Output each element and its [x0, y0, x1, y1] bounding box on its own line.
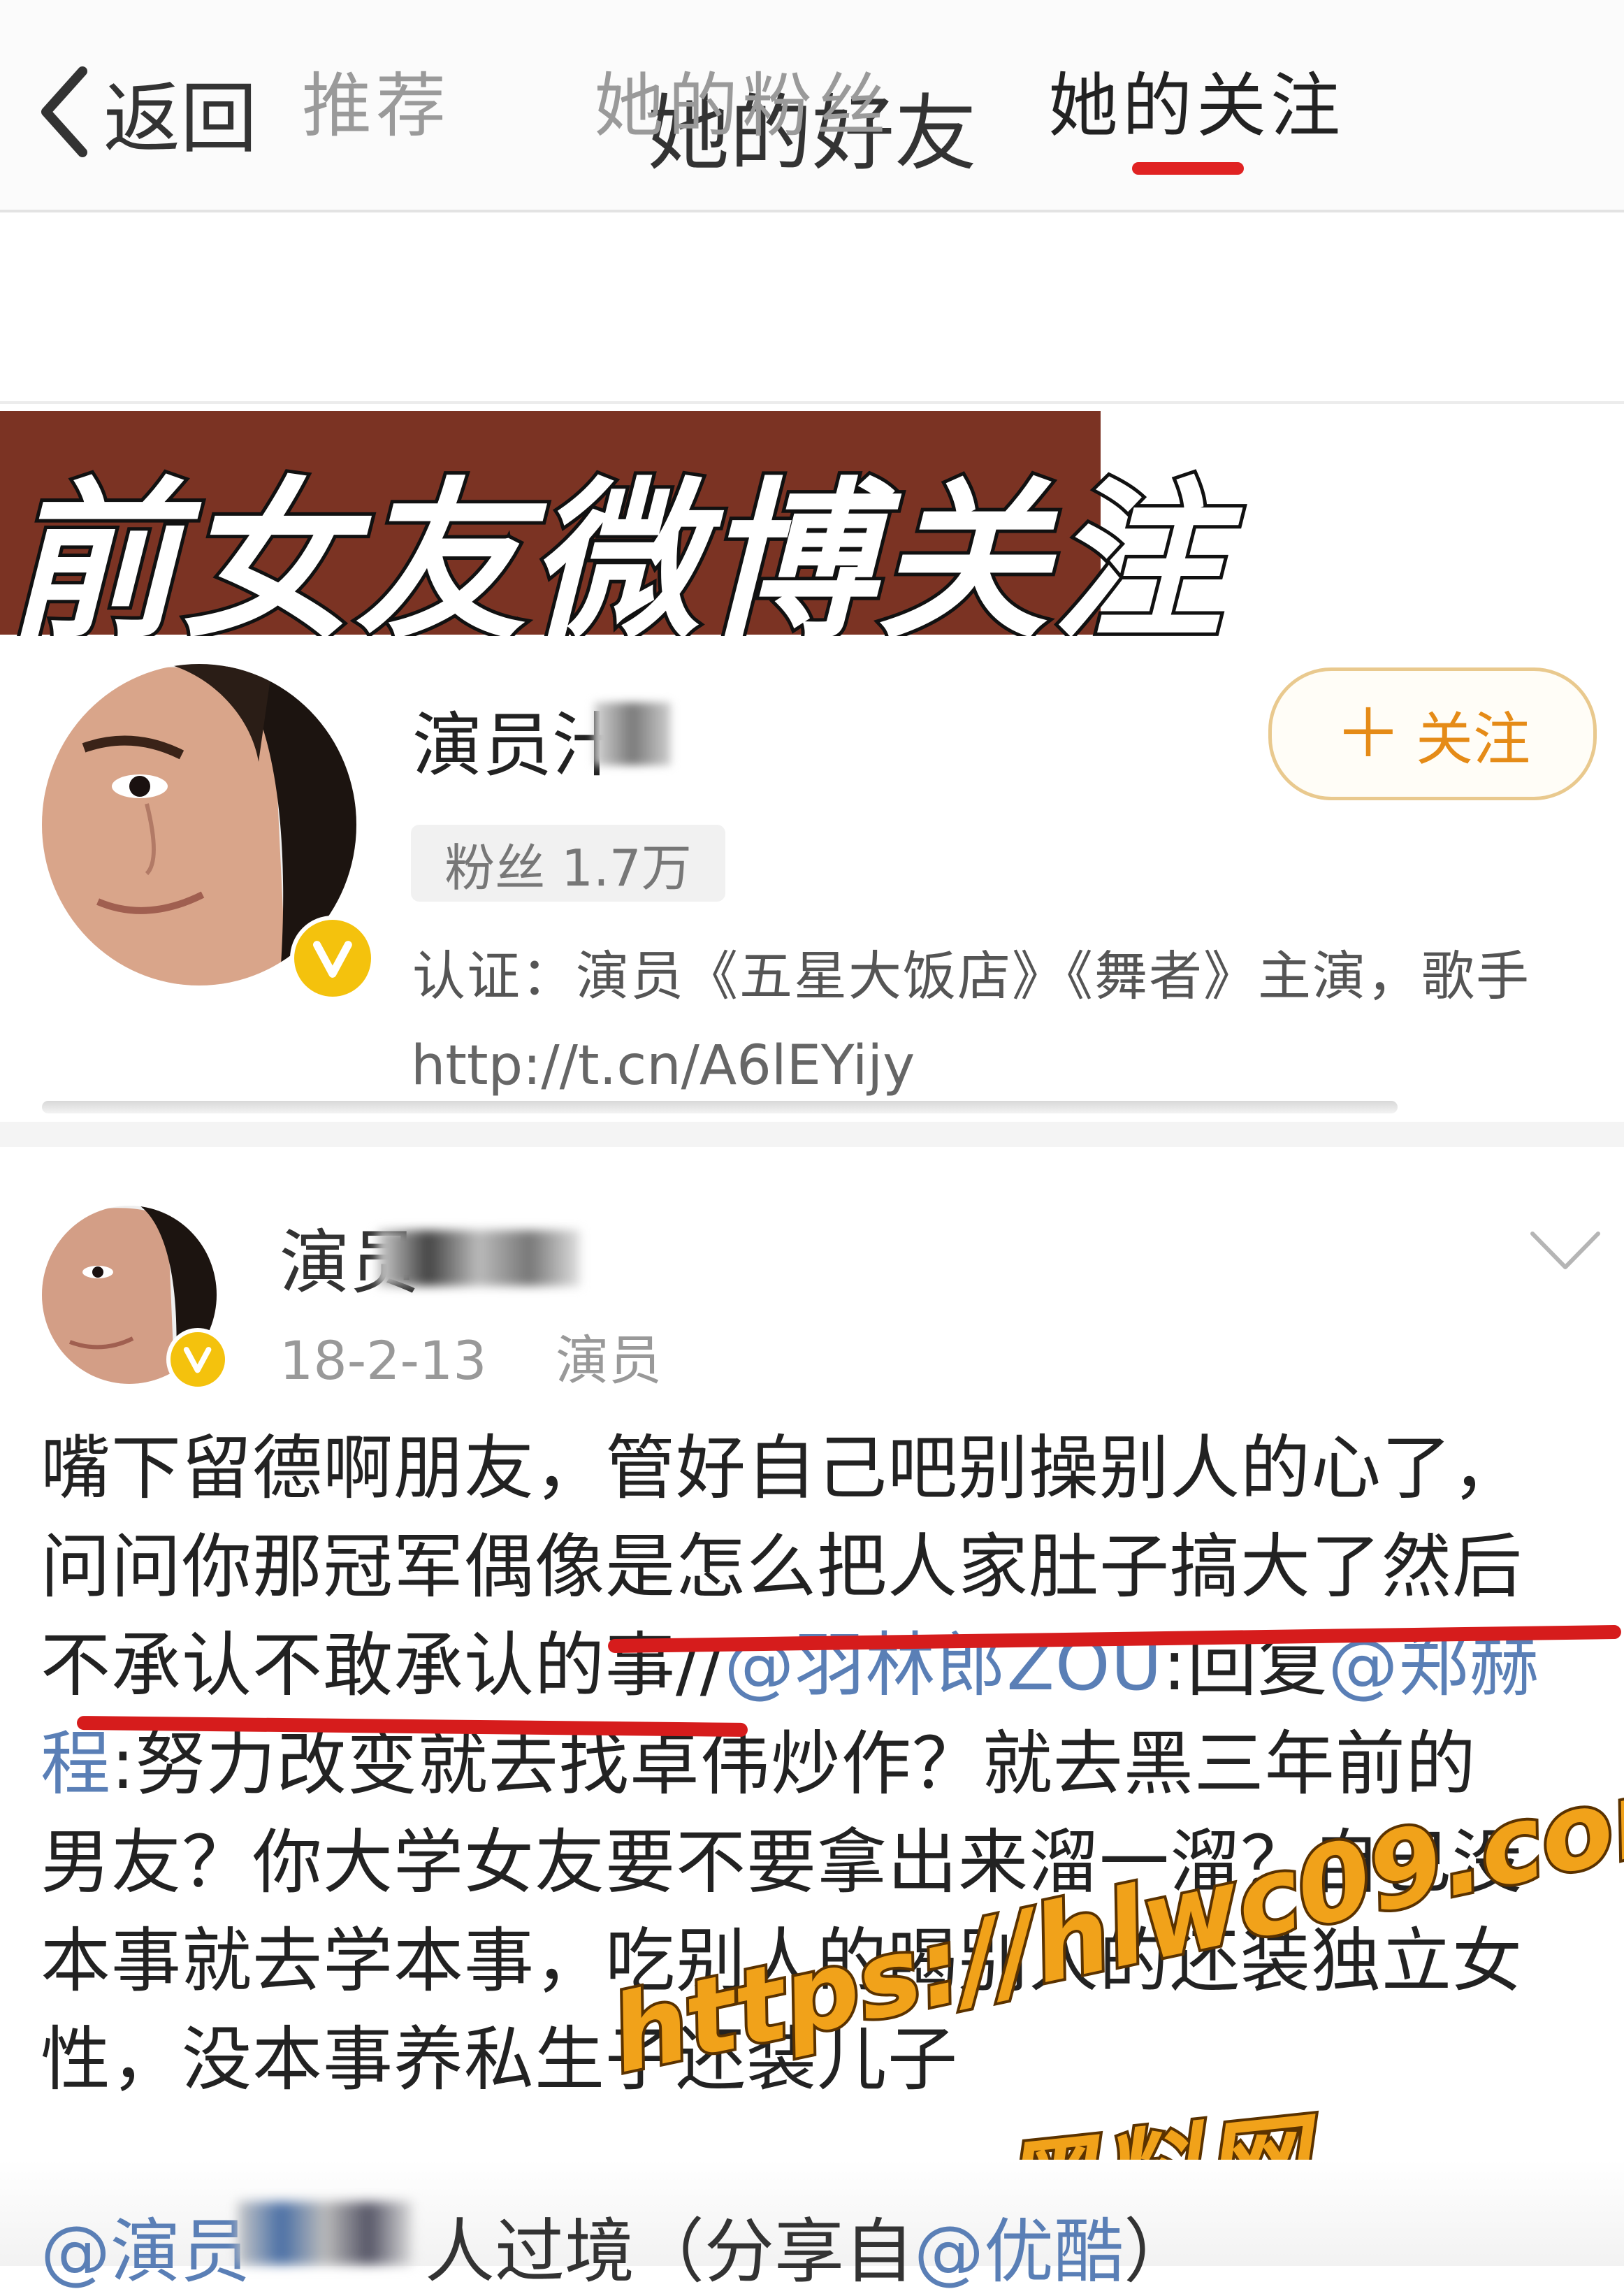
tab-recommend[interactable]: 推荐	[302, 49, 450, 150]
tab-bar	[0, 212, 1624, 404]
verified-v-icon	[184, 1347, 212, 1373]
chevron-down-icon[interactable]	[1527, 1227, 1604, 1276]
author-mosaic	[377, 1230, 580, 1286]
mention-link[interactable]: @演员	[41, 2211, 250, 2293]
post-text: 不承认不敢承认的事//	[41, 1624, 725, 1706]
plus-icon: ＋	[1334, 695, 1402, 773]
overlay-banner-text: 前女友微博关注	[3, 459, 1226, 665]
fans-count-badge: 粉丝 1.7万	[411, 825, 725, 902]
post-meta: 18-2-13 演员	[280, 1317, 662, 1394]
profile-name[interactable]: 演员汁	[412, 688, 622, 790]
name-mosaic	[594, 702, 671, 765]
share-source-line: @演员 人过境（分享自@优酷）	[41, 2195, 1194, 2296]
post-text: :努力改变就去找卓伟炒作？就去黑三年前的	[111, 1723, 1477, 1805]
post-line: 嘴下留德啊朋友，管好自己吧别操别人的心了，	[41, 1427, 1523, 1509]
section-divider	[0, 1122, 1624, 1147]
mention-link[interactable]: @优酷	[914, 2211, 1124, 2293]
verified-v-icon	[313, 941, 352, 978]
share-text: 人过境（分享自	[425, 2211, 914, 2293]
card-edge	[42, 1101, 1398, 1113]
verified-badge	[290, 916, 375, 1001]
tab-her-following[interactable]: 她的关注	[1048, 49, 1344, 150]
post-verified-badge	[166, 1328, 229, 1391]
follow-button[interactable]: ＋ 关注	[1268, 667, 1597, 800]
follow-label: 关注	[1415, 706, 1530, 773]
post-source: 演员	[555, 1329, 662, 1392]
share-close: ）	[1124, 2211, 1194, 2293]
post-date: 18-2-13	[280, 1329, 487, 1392]
profile-link[interactable]: http://t.cn/A6lEYijy	[411, 1034, 915, 1097]
verification-info: 认证：演员《五星大饭店》《舞者》主演，歌手	[412, 945, 1530, 1007]
active-tab-indicator	[1132, 162, 1244, 175]
footer-mosaic	[238, 2202, 412, 2265]
mention-link[interactable]: 程	[41, 1723, 111, 1805]
tab-her-fans[interactable]: 她的粉丝	[594, 49, 890, 150]
post-line: 问问你那冠军偶像是怎么把人家肚子搞大了然后	[41, 1526, 1523, 1608]
